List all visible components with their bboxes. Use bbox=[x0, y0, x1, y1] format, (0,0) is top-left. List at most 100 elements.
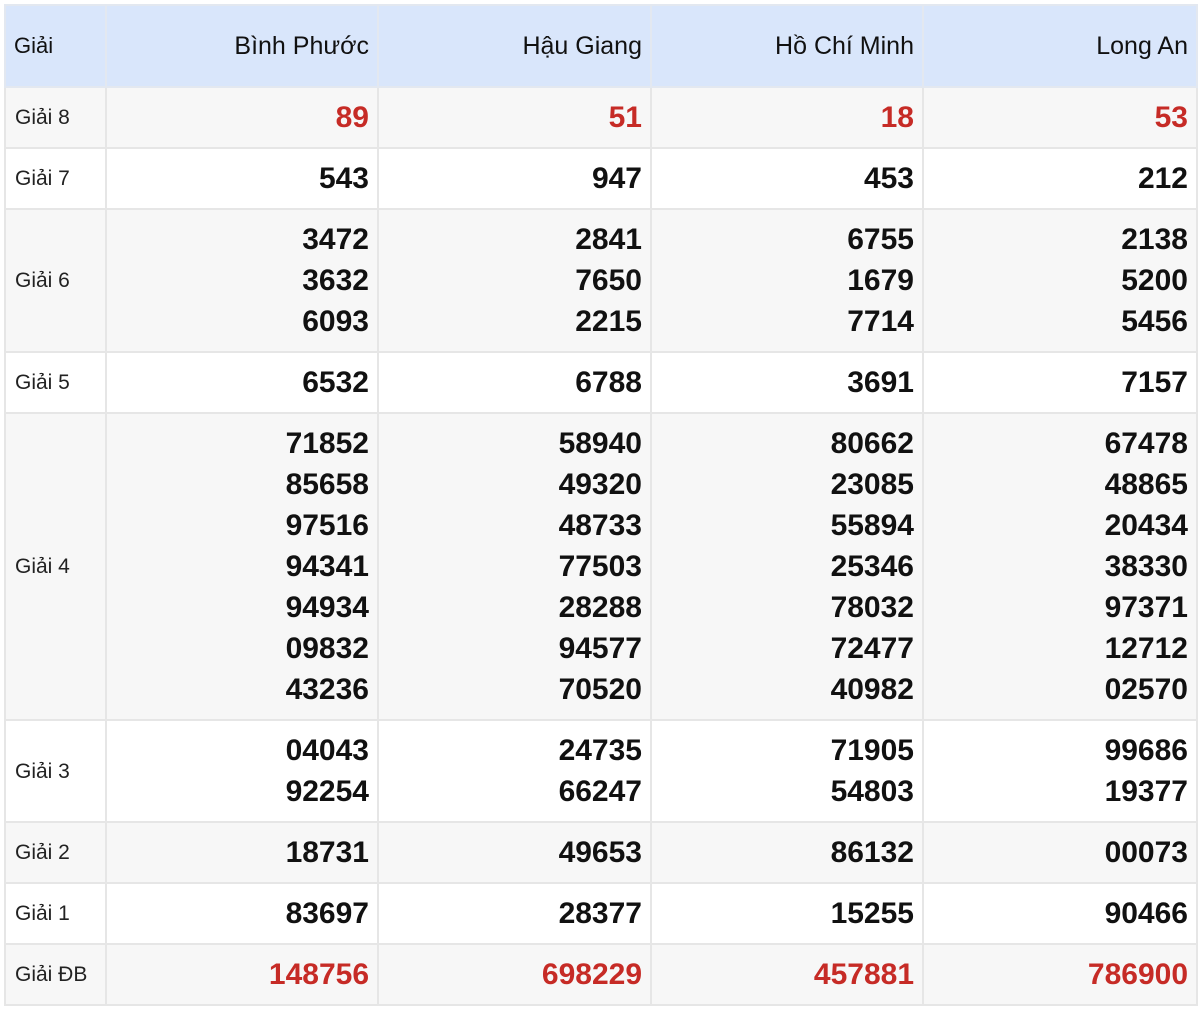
result-number: 2841 bbox=[575, 223, 642, 256]
result-number: 54803 bbox=[830, 775, 914, 808]
result-cell: 3691 bbox=[650, 351, 924, 414]
result-number: 49653 bbox=[558, 836, 642, 869]
result-cell: 543 bbox=[105, 147, 379, 210]
result-number: 48733 bbox=[558, 509, 642, 542]
result-number: 49320 bbox=[558, 468, 642, 501]
result-number: 97516 bbox=[285, 509, 369, 542]
result-number: 94577 bbox=[558, 632, 642, 665]
result-number: 77503 bbox=[558, 550, 642, 583]
result-cell: 947 bbox=[377, 147, 652, 210]
result-number: 94341 bbox=[285, 550, 369, 583]
result-cell: 6532 bbox=[105, 351, 379, 414]
result-number: 58940 bbox=[558, 427, 642, 460]
result-cell: 18 bbox=[650, 86, 924, 149]
province-header-hau-giang: Hậu Giang bbox=[377, 4, 652, 88]
result-number: 66247 bbox=[558, 775, 642, 808]
result-number: 28377 bbox=[558, 897, 642, 930]
result-cell: 51 bbox=[377, 86, 652, 149]
result-cell: 212 bbox=[922, 147, 1198, 210]
result-number: 3472 bbox=[302, 223, 369, 256]
result-number: 97371 bbox=[1104, 591, 1188, 624]
prize-label: Giải 2 bbox=[4, 821, 107, 884]
result-number: 543 bbox=[318, 162, 369, 195]
result-cell: 71852 85658 97516 94341 94934 09832 43236 bbox=[105, 412, 379, 721]
result-cell: 89 bbox=[105, 86, 379, 149]
prize-label: Giải 6 bbox=[4, 208, 107, 353]
result-number: 20434 bbox=[1104, 509, 1188, 542]
result-cell: 99686 19377 bbox=[922, 719, 1198, 823]
result-cell: 86132 bbox=[650, 821, 924, 884]
result-cell: 2841 7650 2215 bbox=[377, 208, 652, 353]
result-number: 67478 bbox=[1104, 427, 1188, 460]
result-number: 786900 bbox=[1087, 958, 1188, 991]
result-number: 5456 bbox=[1121, 305, 1188, 338]
result-number: 148756 bbox=[268, 958, 369, 991]
result-cell: 24735 66247 bbox=[377, 719, 652, 823]
result-cell: 80662 23085 55894 25346 78032 72477 40982 bbox=[650, 412, 924, 721]
prize-label: Giải 4 bbox=[4, 412, 107, 721]
result-cell: 15255 bbox=[650, 882, 924, 945]
result-number: 38330 bbox=[1104, 550, 1188, 583]
result-cell: 28377 bbox=[377, 882, 652, 945]
result-number: 00073 bbox=[1104, 836, 1188, 869]
result-cell: 6755 1679 7714 bbox=[650, 208, 924, 353]
result-number: 15255 bbox=[830, 897, 914, 930]
result-number: 2138 bbox=[1121, 223, 1188, 256]
result-number: 6093 bbox=[302, 305, 369, 338]
result-number: 7157 bbox=[1121, 366, 1188, 399]
result-cell: 83697 bbox=[105, 882, 379, 945]
result-number: 86132 bbox=[830, 836, 914, 869]
prize-row: Giải 5 6532 6788 3691 7157 bbox=[4, 351, 1198, 414]
result-cell: 18731 bbox=[105, 821, 379, 884]
result-number: 48865 bbox=[1104, 468, 1188, 501]
result-number: 94934 bbox=[285, 591, 369, 624]
result-number: 83697 bbox=[285, 897, 369, 930]
result-cell: 90466 bbox=[922, 882, 1198, 945]
result-number: 19377 bbox=[1104, 775, 1188, 808]
result-number: 92254 bbox=[285, 775, 369, 808]
prize-row: Giải 6 3472 3632 6093 2841 7650 2215 6755 1679 77… bbox=[4, 208, 1198, 353]
result-cell: 53 bbox=[922, 86, 1198, 149]
result-number: 71852 bbox=[285, 427, 369, 460]
result-number: 24735 bbox=[558, 734, 642, 767]
result-cell: 698229 bbox=[377, 943, 652, 1006]
result-cell: 49653 bbox=[377, 821, 652, 884]
result-cell: 457881 bbox=[650, 943, 924, 1006]
result-number: 80662 bbox=[830, 427, 914, 460]
prize-label: Giải 5 bbox=[4, 351, 107, 414]
result-number: 12712 bbox=[1104, 632, 1188, 665]
result-number: 43236 bbox=[285, 673, 369, 706]
prize-label: Giải 3 bbox=[4, 719, 107, 823]
prize-label: Giải 8 bbox=[4, 86, 107, 149]
result-number: 7650 bbox=[575, 264, 642, 297]
result-number: 2215 bbox=[575, 305, 642, 338]
result-number: 70520 bbox=[558, 673, 642, 706]
prize-row: Giải ĐB 148756 698229 457881 786900 bbox=[4, 943, 1198, 1006]
result-cell: 58940 49320 48733 77503 28288 94577 70520 bbox=[377, 412, 652, 721]
province-header-ho-chi-minh: Hồ Chí Minh bbox=[650, 4, 924, 88]
result-number: 72477 bbox=[830, 632, 914, 665]
table-body: Giải 8 89 51 18 53 Giải 7 543 947 453 212 Giải 6 34… bbox=[4, 86, 1198, 1006]
result-cell: 148756 bbox=[105, 943, 379, 1006]
result-number: 09832 bbox=[285, 632, 369, 665]
result-cell: 67478 48865 20434 38330 97371 12712 02570 bbox=[922, 412, 1198, 721]
province-header-binh-phuoc: Bình Phước bbox=[105, 4, 379, 88]
result-number: 85658 bbox=[285, 468, 369, 501]
lottery-results-table: Giải Bình Phước Hậu Giang Hồ Chí Minh Lo… bbox=[4, 4, 1198, 1006]
result-cell: 00073 bbox=[922, 821, 1198, 884]
result-cell: 453 bbox=[650, 147, 924, 210]
province-header-long-an: Long An bbox=[922, 4, 1198, 88]
prize-column-header: Giải bbox=[4, 4, 107, 88]
result-number: 1679 bbox=[847, 264, 914, 297]
result-number: 6755 bbox=[847, 223, 914, 256]
result-number: 99686 bbox=[1104, 734, 1188, 767]
result-number: 04043 bbox=[285, 734, 369, 767]
prize-row: Giải 2 18731 49653 86132 00073 bbox=[4, 821, 1198, 884]
header-row: Giải Bình Phước Hậu Giang Hồ Chí Minh Lo… bbox=[4, 4, 1198, 88]
result-number: 457881 bbox=[813, 958, 914, 991]
prize-label: Giải ĐB bbox=[4, 943, 107, 1006]
prize-label: Giải 7 bbox=[4, 147, 107, 210]
result-number: 18731 bbox=[285, 836, 369, 869]
result-number: 89 bbox=[335, 101, 369, 134]
result-number: 3632 bbox=[302, 264, 369, 297]
